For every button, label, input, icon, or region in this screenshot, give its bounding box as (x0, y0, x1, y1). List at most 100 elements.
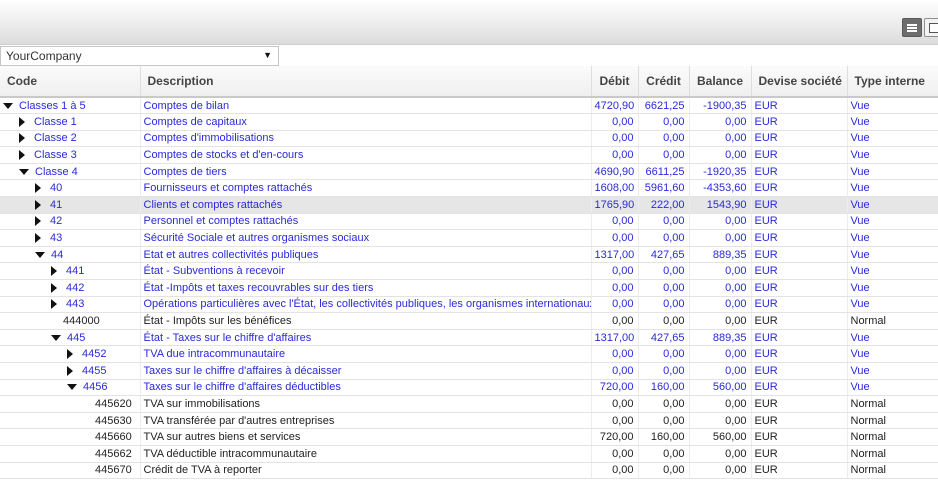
table-row[interactable]: 4452 TVA due intracommunautaire 0,00 0,00 0,… (0, 345, 938, 363)
cell-code: 44 (0, 246, 141, 264)
table-row[interactable]: 444000 État - Impôts sur les bénéfices 0,0… (0, 312, 938, 330)
caret-down-icon[interactable] (19, 168, 29, 175)
cell-credit: 6621,25 (638, 97, 690, 115)
table-row[interactable]: 40 Fournisseurs et comptes rattachés 1608,… (0, 179, 938, 198)
company-select-value: YourCompany (6, 49, 82, 63)
cell-balance: 0,00 (689, 345, 752, 363)
cell-debit: 0,00 (591, 262, 639, 281)
account-code: Classe 2 (34, 132, 77, 145)
column-header-code[interactable]: Code (0, 66, 141, 98)
cell-type: Vue (847, 262, 938, 281)
column-header-credit[interactable]: Crédit (638, 66, 690, 98)
cell-balance: 0,00 (689, 130, 752, 148)
cell-code: 4455 (0, 362, 141, 380)
cell-currency: EUR (751, 462, 848, 480)
cell-description: Taxes sur le chiffre d'affaires à décais… (140, 362, 592, 380)
caret-right-icon[interactable] (19, 133, 25, 144)
column-header-description[interactable]: Description (140, 66, 592, 98)
table-row[interactable]: Classe 1 Comptes de capitaux 0,00 0,00 0,00 E… (0, 113, 938, 131)
table-row[interactable]: 4456 Taxes sur le chiffre d'affaires dédu… (0, 379, 938, 397)
cell-balance: 0,00 (689, 113, 752, 131)
cell-balance: 0,00 (689, 146, 752, 164)
account-code: Classe 3 (34, 149, 77, 162)
table-row[interactable]: 441 État - Subventions à recevoir 0,00 0,00… (0, 262, 938, 281)
table-row[interactable]: 445660 TVA sur autres biens et services 72… (0, 428, 938, 446)
cell-description: Clients et comptes rattachés (140, 196, 592, 214)
table-row[interactable]: Classe 2 Comptes d'immobilisations 0,00 0,0… (0, 130, 938, 148)
table-row[interactable]: 445662 TVA déductible intracommunautaire 0… (0, 445, 938, 463)
table-row[interactable]: 445670 Crédit de TVA à reporter 0,00 0,00 0,… (0, 462, 938, 480)
cell-balance: -1900,35 (689, 97, 752, 115)
cell-currency: EUR (751, 428, 848, 446)
cell-currency: EUR (751, 379, 848, 397)
caret-down-icon[interactable] (51, 334, 61, 341)
cell-debit: 0,00 (591, 362, 639, 380)
cell-type: Vue (847, 345, 938, 363)
cell-currency: EUR (751, 130, 848, 148)
cell-balance: 1543,90 (689, 196, 752, 214)
cell-balance: 0,00 (689, 262, 752, 281)
caret-right-icon[interactable] (51, 299, 57, 310)
cell-debit: 0,00 (591, 412, 639, 430)
cell-code: 445620 (0, 395, 141, 413)
caret-right-icon[interactable] (35, 233, 41, 244)
cell-credit: 160,00 (638, 428, 690, 446)
cell-debit: 4690,90 (591, 163, 639, 181)
caret-right-icon[interactable] (67, 349, 73, 360)
cell-description: Comptes de capitaux (140, 113, 592, 131)
cell-description: TVA sur autres biens et services (140, 428, 592, 446)
table-row[interactable]: 4455 Taxes sur le chiffre d'affaires à dé… (0, 362, 938, 380)
cell-code: 445662 (0, 445, 141, 463)
cell-type: Vue (847, 246, 938, 264)
caret-right-icon[interactable] (51, 282, 57, 293)
cell-credit: 0,00 (638, 312, 690, 330)
caret-down-icon[interactable] (3, 102, 13, 109)
table-row[interactable]: Classe 3 Comptes de stocks et d'en-cours 0… (0, 146, 938, 164)
account-code: 4455 (82, 364, 107, 377)
caret-right-icon[interactable] (67, 365, 73, 376)
table-row[interactable]: 42 Personnel et comptes rattachés 0,00 0,00… (0, 213, 938, 231)
caret-right-icon[interactable] (51, 266, 57, 277)
account-code: 445630 (95, 414, 132, 427)
caret-right-icon[interactable] (35, 216, 41, 227)
cell-credit: 0,00 (638, 130, 690, 148)
table-row[interactable]: 44 Etat et autres collectivités publiques… (0, 246, 938, 264)
table-row[interactable]: Classes 1 à 5 Comptes de bilan 4720,90 6621… (0, 97, 938, 115)
cell-type: Normal (847, 462, 938, 480)
column-header-balance[interactable]: Balance (689, 66, 752, 98)
table-row[interactable]: Classe 4 Comptes de tiers 4690,90 6611,25 -1… (0, 163, 938, 181)
caret-right-icon[interactable] (19, 150, 25, 161)
table-row[interactable]: 445 État - Taxes sur le chiffre d'affaire… (0, 329, 938, 347)
cell-balance: 560,00 (689, 379, 752, 397)
cell-currency: EUR (751, 246, 848, 264)
cell-description: Comptes de bilan (140, 97, 592, 115)
cell-code: 441 (0, 262, 141, 281)
table-row[interactable]: 445630 TVA transférée par d'autres entrep… (0, 412, 938, 430)
column-header-currency[interactable]: Devise société (751, 66, 848, 98)
table-row[interactable]: 445620 TVA sur immobilisations 0,00 0,00 0,0… (0, 395, 938, 413)
cell-debit: 0,00 (591, 213, 639, 231)
cell-type: Normal (847, 428, 938, 446)
table-row[interactable]: 443 Opérations particulières avec l'État,… (0, 296, 938, 314)
cell-code: Classe 3 (0, 146, 141, 164)
form-view-button[interactable] (924, 18, 938, 37)
cell-code: Classe 4 (0, 163, 141, 181)
account-code: 445662 (95, 447, 132, 460)
caret-down-icon[interactable] (67, 384, 77, 391)
column-header-type[interactable]: Type interne (847, 66, 938, 98)
cell-description: Sécurité Sociale et autres organismes so… (140, 229, 592, 247)
caret-right-icon[interactable] (35, 183, 41, 194)
cell-type: Normal (847, 412, 938, 430)
column-header-debit[interactable]: Débit (591, 66, 639, 98)
table-row[interactable]: 442 État -Impôts et taxes recouvrables su… (0, 279, 938, 297)
cell-currency: EUR (751, 113, 848, 131)
caret-right-icon[interactable] (19, 116, 25, 127)
account-code: 42 (50, 215, 63, 228)
caret-right-icon[interactable] (35, 199, 41, 210)
cell-type: Vue (847, 146, 938, 164)
caret-down-icon[interactable] (35, 251, 45, 258)
list-view-button[interactable] (902, 18, 922, 37)
table-row[interactable]: 43 Sécurité Sociale et autres organismes … (0, 229, 938, 247)
table-row[interactable]: 41 Clients et comptes rattachés 1765,90 222… (0, 196, 938, 214)
company-select[interactable]: YourCompany ▼ (0, 46, 279, 66)
